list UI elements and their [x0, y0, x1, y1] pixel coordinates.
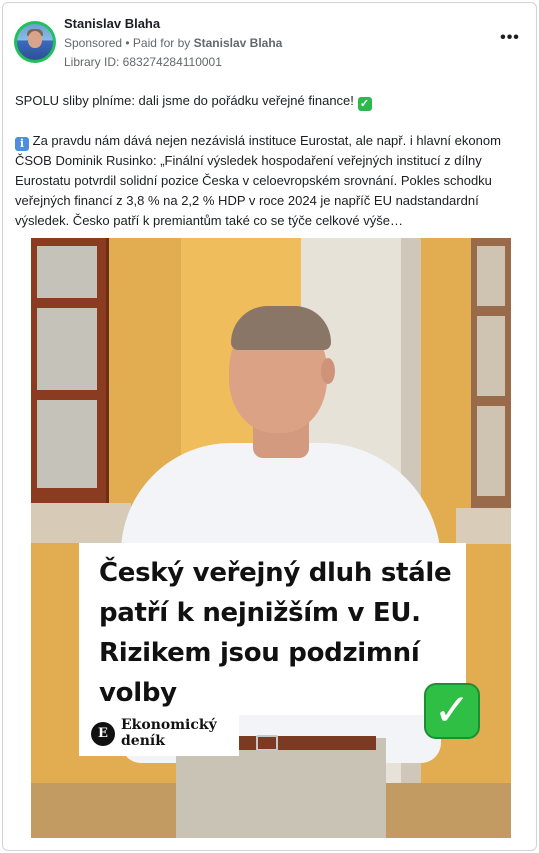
post-body-para2-text: Za pravdu nám dává nejen nezávislá insti…: [15, 133, 501, 228]
headline-text: Český veřejný dluh stále patří k nejnižš…: [99, 553, 459, 713]
post-header: Stanislav Blaha Sponsored • Paid for by …: [3, 3, 536, 83]
logo-wordmark: Ekonomický deník: [121, 717, 217, 749]
ekonomicky-denik-logo: E Ekonomický deník: [79, 712, 239, 756]
avatar-photo: [17, 24, 53, 60]
headline-line: volby: [99, 678, 177, 708]
ear: [321, 358, 335, 384]
ad-card: Stanislav Blaha Sponsored • Paid for by …: [2, 2, 537, 851]
post-body-paragraph: i Za pravdu nám dává nejen nezávislá ins…: [15, 131, 527, 231]
info-emoji-icon: i: [15, 137, 29, 151]
logo-line: deník: [121, 733, 165, 749]
avatar-face: [28, 31, 42, 48]
logo-mark: E: [91, 722, 115, 746]
headline-overlay: Český veřejný dluh stále patří k nejnižš…: [79, 543, 466, 715]
belt-buckle: [256, 735, 278, 751]
post-body-line1-text: SPOLU sliby plníme: dali jsme do pořádku…: [15, 93, 358, 108]
paid-for-prefix: • Paid for by: [122, 36, 194, 50]
paid-for-name[interactable]: Stanislav Blaha: [194, 36, 283, 50]
post-body: SPOLU sliby plníme: dali jsme do pořádku…: [15, 91, 527, 231]
author-name[interactable]: Stanislav Blaha: [64, 16, 160, 31]
hair: [231, 306, 331, 350]
post-body-line1: SPOLU sliby plníme: dali jsme do pořádku…: [15, 91, 527, 111]
headline-line: Český veřejný dluh stále: [99, 558, 452, 588]
more-options-icon[interactable]: •••: [498, 30, 522, 51]
library-id: Library ID: 683274284110001: [64, 55, 222, 69]
logo-line: Ekonomický: [121, 717, 217, 733]
sponsored-label: Sponsored: [64, 36, 123, 50]
check-mark-icon: ✓: [424, 683, 480, 739]
check-emoji-icon: ✓: [357, 97, 372, 111]
headline-line: Rizikem jsou podzimní: [99, 638, 420, 668]
sponsored-meta: Sponsored • Paid for by Stanislav Blaha: [64, 36, 282, 50]
headline-line: patří k nejnižším v EU.: [99, 598, 421, 628]
author-avatar[interactable]: [14, 21, 56, 63]
ad-image[interactable]: Český veřejný dluh stále patří k nejnižš…: [31, 238, 511, 838]
